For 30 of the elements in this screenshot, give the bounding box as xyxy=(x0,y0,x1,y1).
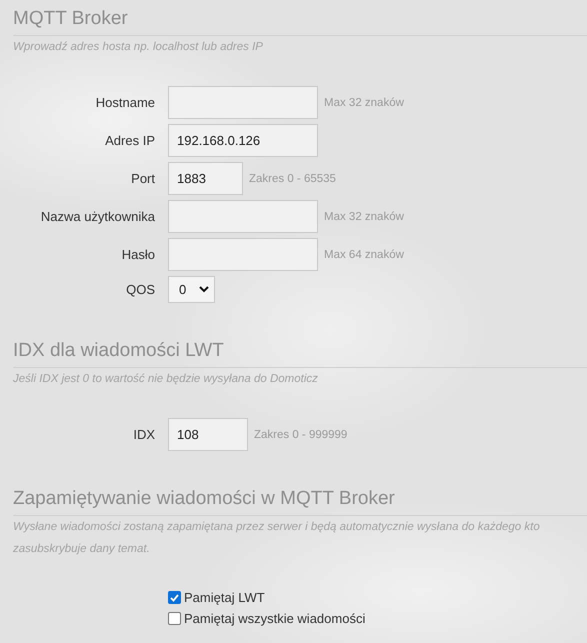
field-hint: Max 32 znaków xyxy=(324,96,404,108)
checkbox[interactable] xyxy=(168,591,181,604)
input-field[interactable]: 192.168.0.126 xyxy=(168,124,318,157)
field-hint: Zakres 0 - 65535 xyxy=(249,172,336,184)
field-label: Port xyxy=(130,171,155,186)
section-description: Jeśli IDX jest 0 to wartość nie będzie wysyłana do Domoticz xyxy=(13,372,319,387)
section-description: Wprowadź adres hosta np. localhost lub adres IP xyxy=(13,40,264,55)
field-label: QOS xyxy=(125,282,155,297)
field-label: Hostname xyxy=(94,95,155,110)
field-label: Nazwa użytkownika xyxy=(40,209,155,224)
section-description: Wysłane wiadomości zostaną zapamiętana przez serwer i będą automatycznie wysłana do każdego kto zasubskrybuje dany temat. xyxy=(13,520,541,557)
checkbox[interactable] xyxy=(168,612,181,625)
input-field[interactable] xyxy=(168,86,318,119)
field-hint: Max 64 znaków xyxy=(324,248,404,260)
checkbox-label[interactable]: Pamiętaj wszystkie wiadomości xyxy=(184,611,366,626)
input-field[interactable]: 108 xyxy=(168,418,248,451)
input-field[interactable] xyxy=(168,238,318,271)
section-heading: Zapamiętywanie wiadomości w MQTT Broker xyxy=(13,487,587,516)
section-heading: MQTT Broker xyxy=(13,7,587,36)
chevron-down-icon xyxy=(199,286,209,293)
field-label: IDX xyxy=(132,427,155,442)
field-hint: Max 32 znaków xyxy=(324,210,404,222)
section-heading: IDX dla wiadomości LWT xyxy=(13,339,587,368)
field-label: Adres IP xyxy=(104,133,155,148)
field-label: Hasło xyxy=(120,247,155,262)
dropdown[interactable]: 0 xyxy=(168,276,215,303)
input-field[interactable] xyxy=(168,200,318,233)
checkbox-label[interactable]: Pamiętaj LWT xyxy=(184,590,265,605)
input-field[interactable]: 1883 xyxy=(168,162,243,195)
field-hint: Zakres 0 - 999999 xyxy=(254,428,348,440)
